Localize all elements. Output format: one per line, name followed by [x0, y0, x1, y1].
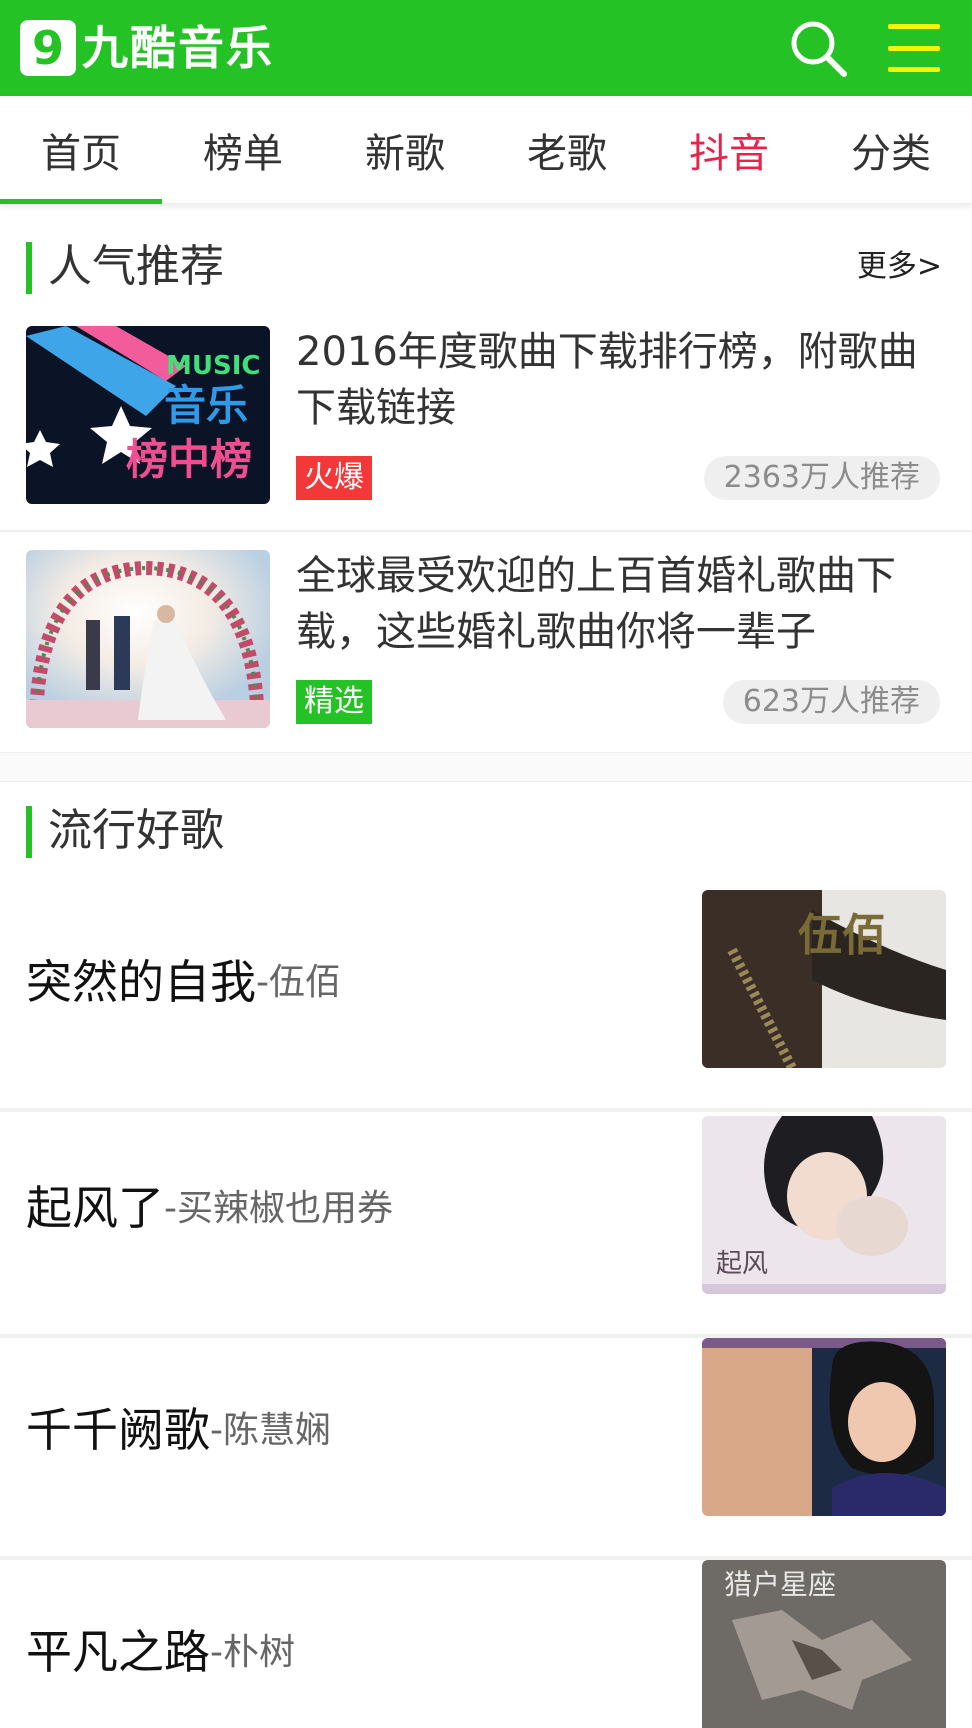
- logo-text: 九酷音乐: [82, 21, 274, 75]
- section-accent-bar: [26, 242, 32, 294]
- song-name: 平凡之路: [26, 1625, 210, 1679]
- song-text[interactable]: 平凡之路 -朴树: [26, 1560, 295, 1728]
- recommend-title[interactable]: 全球最受欢迎的上百首婚礼歌曲下载，这些婚礼歌曲你将一辈子: [296, 548, 936, 660]
- recommend-item[interactable]: 全球最受欢迎的上百首婚礼歌曲下载，这些婚礼歌曲你将一辈子 精选 623万人推荐: [0, 532, 972, 756]
- tab-douyin[interactable]: 抖音: [648, 96, 810, 204]
- album-cover[interactable]: 起风: [702, 1116, 946, 1294]
- song-artist: -买辣椒也用券: [164, 1188, 393, 1229]
- song-name: 突然的自我: [26, 955, 256, 1009]
- song-artist: -朴树: [210, 1632, 295, 1673]
- hot-badge: 火爆: [296, 456, 372, 500]
- album-cover[interactable]: [702, 1338, 946, 1516]
- nav-tabs: 首页 榜单 新歌 老歌 抖音 分类: [0, 96, 972, 204]
- section-title: 流行好歌: [48, 805, 224, 856]
- song-name: 千千阙歌: [26, 1403, 210, 1457]
- thumb-text-yinyue: 音乐: [164, 381, 248, 430]
- search-icon[interactable]: [786, 16, 850, 80]
- tab-old-songs[interactable]: 老歌: [486, 96, 648, 204]
- section-title: 人气推荐: [48, 241, 224, 292]
- cover-text-title: 起风: [716, 1249, 768, 1279]
- song-artist: -伍佰: [256, 962, 341, 1003]
- recommend-thumbnail[interactable]: MUSIC 音乐 榜中榜: [26, 326, 270, 504]
- thumb-text-music: MUSIC: [166, 351, 260, 381]
- featured-badge: 精选: [296, 680, 372, 724]
- tab-categories[interactable]: 分类: [810, 96, 972, 204]
- recommend-count: 2363万人推荐: [703, 456, 940, 500]
- song-text[interactable]: 千千阙歌 -陈慧娴: [26, 1338, 331, 1516]
- thumb-text-bangzhongbang: 榜中榜: [126, 435, 252, 484]
- song-row[interactable]: 平凡之路 -朴树 猎户星座: [0, 1560, 972, 1728]
- song-text[interactable]: 起风了 -买辣椒也用券: [26, 1116, 393, 1294]
- cover-text-artist: 伍佰: [798, 910, 886, 961]
- song-text[interactable]: 突然的自我 -伍佰: [26, 890, 341, 1068]
- logo[interactable]: 9 九酷音乐: [20, 20, 274, 76]
- tab-new-songs[interactable]: 新歌: [324, 96, 486, 204]
- song-name: 起风了: [26, 1181, 164, 1235]
- section-divider: [0, 752, 972, 782]
- recommend-item[interactable]: MUSIC 音乐 榜中榜 2016年度歌曲下载排行榜，附歌曲下载链接 火爆 23…: [0, 308, 972, 532]
- recommend-section-header: 人气推荐 更多>: [0, 232, 972, 302]
- recommend-thumbnail[interactable]: [26, 550, 270, 728]
- tab-home[interactable]: 首页: [0, 96, 162, 204]
- logo-badge: 9: [20, 20, 76, 76]
- song-row[interactable]: 突然的自我 -伍佰 伍佰: [0, 890, 972, 1112]
- tab-charts[interactable]: 榜单: [162, 96, 324, 204]
- popular-section-header: 流行好歌: [0, 796, 972, 866]
- app-header: 9 九酷音乐: [0, 0, 972, 96]
- cover-text-album: 猎户星座: [724, 1568, 836, 1601]
- song-row[interactable]: 千千阙歌 -陈慧娴: [0, 1338, 972, 1560]
- section-accent-bar: [26, 806, 32, 858]
- album-cover[interactable]: 猎户星座: [702, 1560, 946, 1728]
- more-link[interactable]: 更多>: [857, 232, 942, 302]
- song-artist: -陈慧娴: [210, 1410, 331, 1451]
- song-row[interactable]: 起风了 -买辣椒也用券 起风: [0, 1116, 972, 1338]
- album-cover[interactable]: 伍佰: [702, 890, 946, 1068]
- hamburger-menu-icon[interactable]: [884, 18, 944, 78]
- recommend-title[interactable]: 2016年度歌曲下载排行榜，附歌曲下载链接: [296, 324, 936, 436]
- recommend-count: 623万人推荐: [722, 680, 940, 724]
